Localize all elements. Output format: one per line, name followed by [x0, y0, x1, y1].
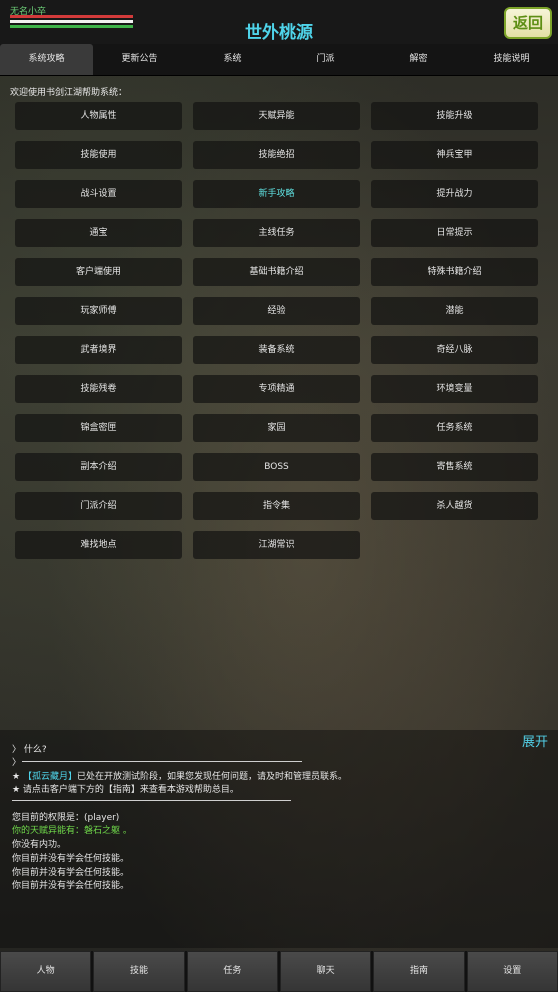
tab-bar: 系统攻略 更新公告 系统 门派 解密 技能说明	[0, 44, 558, 76]
expand-button[interactable]: 展开	[522, 731, 548, 750]
console-line: 〉 什么?	[12, 745, 47, 755]
help-topic-grid: 人物属性 天赋异能 技能升级技能使用 技能绝招 神兵宝甲战斗设置 新手攻略 提升战力通宝 主线…	[15, 102, 538, 559]
star-icon: ★	[12, 772, 21, 782]
console-line: 〉	[12, 758, 22, 768]
help-topic-button[interactable]: 装备系统	[193, 336, 360, 364]
tab-item[interactable]: 门派	[279, 44, 372, 75]
game-name-link[interactable]: 【孤云藏月】	[23, 772, 77, 782]
tab-item[interactable]: 技能说明	[465, 44, 558, 75]
help-topic-button[interactable]: 新手攻略	[193, 180, 360, 208]
bottom-nav-button[interactable]: 聊天	[279, 951, 372, 992]
help-topic-button[interactable]: 副本介绍	[15, 453, 182, 481]
bottom-nav-button[interactable]: 人物	[0, 951, 92, 992]
console-line: 你的天赋异能有：磐石之躯 。	[12, 826, 132, 836]
console-text: 已处在开放测试阶段，如果您发现任何问题，请及时和管理员联系。	[76, 772, 347, 782]
console-line: ★ 请点击客户端下方的【指南】来查看本游戏帮助总目。	[12, 785, 239, 795]
bottom-nav-button[interactable]: 任务	[186, 951, 278, 992]
help-topic-button[interactable]: 寄售系统	[371, 453, 538, 481]
help-topic-button[interactable]: 难找地点	[15, 531, 182, 559]
tab-item[interactable]: 解密	[372, 44, 465, 75]
help-topic-button[interactable]: 指令集	[193, 492, 360, 520]
bottom-nav-button[interactable]: 技能	[93, 951, 185, 992]
back-button[interactable]: 返回	[504, 7, 552, 39]
help-topic-button[interactable]: 技能使用	[15, 141, 182, 169]
bottom-nav: 人物 技能 任务 聊天 指南 设置	[0, 951, 558, 992]
help-topic-button[interactable]: 人物属性	[15, 102, 182, 130]
console-line: 您目前的权限是：(player)	[12, 813, 120, 823]
tab-item[interactable]: 系统	[186, 44, 279, 75]
help-topic-button[interactable]: 客户端使用	[15, 258, 182, 286]
help-topic-button[interactable]: BOSS	[193, 453, 360, 481]
help-topic-button[interactable]: 家园	[193, 414, 360, 442]
console-line: 你目前并没有学会任何技能。	[12, 854, 130, 864]
help-topic-button[interactable]: 技能残卷	[15, 375, 182, 403]
bottom-nav-button[interactable]: 设置	[466, 951, 558, 992]
help-topic-button[interactable]: 环境变量	[371, 375, 538, 403]
page-title: 世外桃源	[245, 23, 313, 43]
welcome-text: 欢迎使用书剑江湖帮助系统：	[10, 88, 128, 98]
help-topic-button[interactable]: 技能绝招	[193, 141, 360, 169]
help-topic-button[interactable]: 通宝	[15, 219, 182, 247]
tab-item[interactable]: 更新公告	[93, 44, 186, 75]
console-line: 你目前并没有学会任何技能。	[12, 881, 130, 891]
bottom-nav-button[interactable]: 指南	[373, 951, 465, 992]
separator	[22, 761, 302, 762]
console-line: ★ 【孤云藏月】已处在开放测试阶段，如果您发现任何问题，请及时和管理员联系。	[12, 769, 347, 782]
console-line: 你没有内功。	[12, 840, 67, 850]
help-topic-button[interactable]: 神兵宝甲	[371, 141, 538, 169]
help-topic-button[interactable]: 提升战力	[371, 180, 538, 208]
help-topic-button[interactable]: 天赋异能	[193, 102, 360, 130]
console-panel	[0, 730, 558, 948]
help-topic-button[interactable]: 任务系统	[371, 414, 538, 442]
help-topic-button[interactable]: 经验	[193, 297, 360, 325]
help-topic-button[interactable]: 江湖常识	[193, 531, 360, 559]
separator	[12, 800, 291, 801]
help-topic-button[interactable]: 技能升级	[371, 102, 538, 130]
help-topic-button[interactable]: 奇经八脉	[371, 336, 538, 364]
help-topic-button[interactable]: 潜能	[371, 297, 538, 325]
help-topic-button[interactable]: 锦盒密匣	[15, 414, 182, 442]
help-topic-button[interactable]: 基础书籍介绍	[193, 258, 360, 286]
tab-item[interactable]: 系统攻略	[0, 44, 93, 75]
help-topic-button[interactable]: 主线任务	[193, 219, 360, 247]
help-topic-button[interactable]: 杀人越货	[371, 492, 538, 520]
help-topic-button[interactable]: 战斗设置	[15, 180, 182, 208]
help-topic-button[interactable]: 日常提示	[371, 219, 538, 247]
help-topic-button[interactable]: 玩家师傅	[15, 297, 182, 325]
help-topic-button[interactable]: 门派介绍	[15, 492, 182, 520]
help-topic-button[interactable]: 武者境界	[15, 336, 182, 364]
top-bar: 无名小卒 世外桃源 返回	[0, 0, 558, 44]
help-topic-button[interactable]: 专项精通	[193, 375, 360, 403]
console-line: 你目前并没有学会任何技能。	[12, 868, 130, 878]
help-topic-button[interactable]: 特殊书籍介绍	[371, 258, 538, 286]
